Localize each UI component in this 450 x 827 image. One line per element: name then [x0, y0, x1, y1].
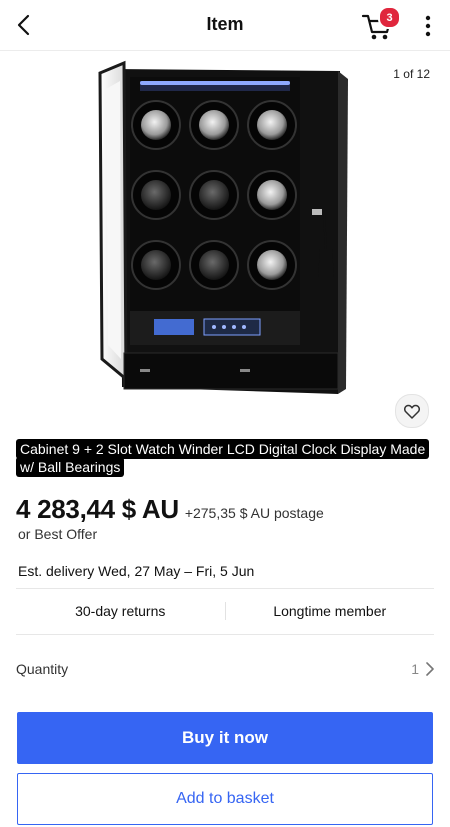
cart-count-badge: 3 [378, 6, 401, 29]
more-vertical-icon [425, 15, 431, 37]
postage-cost: +275,35 $ AU postage [184, 505, 324, 521]
delivery-estimate: Est. delivery Wed, 27 May – Fri, 5 Jun [18, 563, 254, 579]
heart-icon [404, 404, 420, 419]
features-row: 30-day returns Longtime member [16, 588, 434, 634]
image-counter: 1 of 12 [393, 67, 430, 81]
item-title-text: Cabinet 9 + 2 Slot Watch Winder LCD Digi… [16, 439, 430, 477]
buy-it-now-button[interactable]: Buy it now [17, 712, 433, 764]
chevron-right-icon [426, 662, 434, 676]
delivery-dates: Wed, 27 May – Fri, 5 Jun [98, 563, 255, 579]
more-options-button[interactable] [418, 12, 438, 40]
price-row: 4 283,44 $ AU +275,35 $ AU postage [16, 494, 446, 525]
best-offer-text: or Best Offer [18, 526, 98, 542]
add-to-basket-button[interactable]: Add to basket [17, 773, 433, 825]
top-nav-bar: Item 3 [0, 0, 450, 51]
image-gallery[interactable]: 1 of 12 [0, 51, 450, 433]
watch-button[interactable] [395, 394, 429, 428]
item-title-redacted: Cabinet 9 + 2 Slot Watch Winder LCD Digi… [16, 439, 436, 477]
product-image [98, 60, 348, 394]
quantity-value-group: 1 [411, 661, 434, 677]
quantity-selector[interactable]: Quantity 1 [16, 652, 434, 686]
item-price: 4 283,44 $ AU [16, 494, 179, 524]
returns-feature[interactable]: 30-day returns [16, 603, 225, 619]
seller-feature[interactable]: Longtime member [226, 603, 435, 619]
quantity-label: Quantity [16, 661, 69, 677]
divider [16, 634, 434, 635]
quantity-value: 1 [411, 661, 419, 677]
delivery-label: Est. delivery [18, 563, 95, 579]
